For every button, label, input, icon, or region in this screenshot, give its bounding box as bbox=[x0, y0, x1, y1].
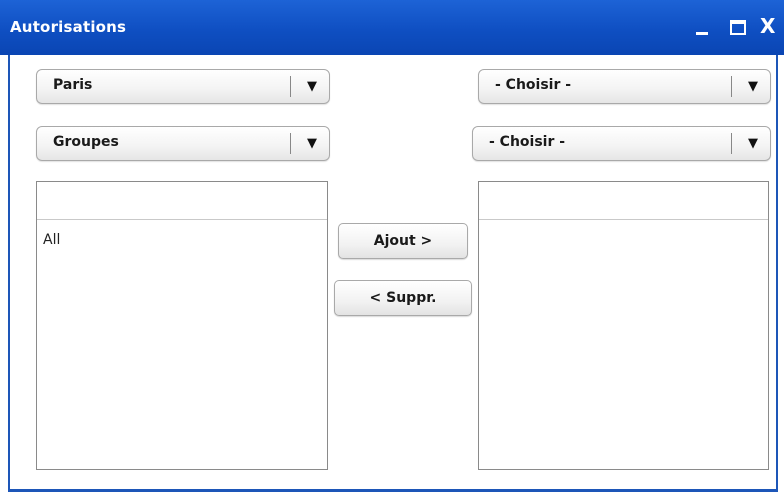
right-select-1-value: - Choisir - bbox=[495, 77, 572, 93]
available-list[interactable]: All bbox=[36, 181, 328, 470]
add-button[interactable]: Ajout > bbox=[338, 223, 468, 259]
minimize-icon[interactable] bbox=[690, 14, 714, 38]
assigned-list[interactable] bbox=[478, 181, 769, 470]
location-select[interactable]: Paris ▼ bbox=[36, 69, 330, 104]
select-separator bbox=[731, 133, 732, 154]
maximize-icon[interactable] bbox=[726, 14, 750, 38]
close-icon[interactable]: X bbox=[760, 14, 784, 38]
list-item[interactable]: All bbox=[37, 220, 327, 248]
right-select-2-value: - Choisir - bbox=[489, 134, 566, 150]
remove-button[interactable]: < Suppr. bbox=[334, 280, 472, 316]
type-select-value: Groupes bbox=[53, 134, 119, 150]
type-select[interactable]: Groupes ▼ bbox=[36, 126, 330, 161]
right-select-2[interactable]: - Choisir - ▼ bbox=[472, 126, 771, 161]
title-bar[interactable]: Autorisations X bbox=[0, 0, 784, 55]
chevron-down-icon: ▼ bbox=[748, 136, 758, 151]
location-select-value: Paris bbox=[53, 77, 93, 93]
chevron-down-icon: ▼ bbox=[307, 79, 317, 94]
select-separator bbox=[290, 76, 291, 97]
chevron-down-icon: ▼ bbox=[748, 79, 758, 94]
list-header bbox=[479, 182, 768, 220]
chevron-down-icon: ▼ bbox=[307, 136, 317, 151]
dialog-content: Paris ▼ Groupes ▼ - Choisir - ▼ - Choisi… bbox=[8, 55, 778, 492]
list-header bbox=[37, 182, 327, 220]
select-separator bbox=[290, 133, 291, 154]
autorisations-window: Autorisations X Paris ▼ Groupes ▼ - Choi… bbox=[0, 0, 784, 493]
window-title: Autorisations bbox=[10, 18, 127, 36]
right-select-1[interactable]: - Choisir - ▼ bbox=[478, 69, 771, 104]
select-separator bbox=[731, 76, 732, 97]
